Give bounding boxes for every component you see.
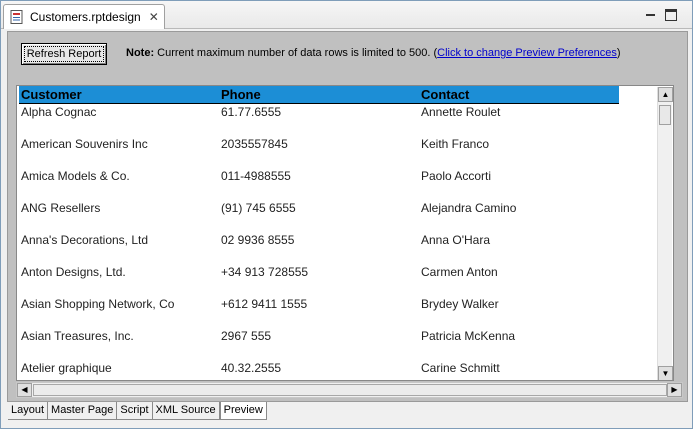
cell-customer: American Souvenirs Inc [21, 137, 148, 151]
note-tail: ) [616, 47, 621, 59]
report-viewport: Customer Phone Contact Alpha Cognac 61.77… [16, 85, 674, 381]
cell-phone: +612 9411 1555 [221, 297, 308, 311]
table-row: Anton Designs, Ltd. +34 913 728555 Carmen … [19, 264, 619, 296]
horizontal-scroll-thumb[interactable] [33, 384, 667, 396]
cell-phone: 02 9936 8555 [221, 233, 295, 247]
cell-contact: Paolo Accorti [421, 169, 492, 183]
close-icon[interactable]: ✕ [149, 10, 159, 24]
column-header-phone: Phone [221, 87, 261, 102]
scroll-up-icon[interactable]: ▲ [658, 87, 673, 102]
editor-tab-title: Customers.rptdesign [30, 10, 141, 24]
note-label: Note: [126, 47, 155, 59]
preview-area: Refresh Report Note: Current maximum num… [7, 31, 688, 402]
cell-customer: Asian Shopping Network, Co [21, 297, 175, 311]
report-file-icon [10, 10, 23, 24]
tab-layout[interactable]: Layout [8, 402, 49, 420]
minimize-icon[interactable] [645, 9, 657, 21]
refresh-report-button[interactable]: Refresh Report [21, 43, 107, 65]
cell-customer: Anna's Decorations, Ltd [21, 233, 149, 247]
table-row: Anna's Decorations, Ltd 02 9936 8555 Anna … [19, 232, 619, 264]
report-header-row: Customer Phone Contact [19, 86, 619, 104]
table-row: ANG Resellers (91) 745 6555 Alejandra Cami… [19, 200, 619, 232]
scroll-left-icon[interactable]: ◀ [17, 383, 32, 397]
editor-bottom-tabs: Layout Master Page Script XML Source Pre… [8, 402, 267, 422]
scroll-right-icon[interactable]: ▶ [667, 383, 682, 397]
vertical-scroll-thumb[interactable] [659, 105, 671, 125]
vertical-scrollbar[interactable]: ▲ ▼ [657, 87, 673, 380]
cell-contact: Anna O'Hara [421, 233, 490, 247]
table-row: American Souvenirs Inc 2035557845 Keith Fr… [19, 136, 619, 168]
tab-master-page[interactable]: Master Page [48, 402, 118, 420]
cell-contact: Patricia McKenna [421, 329, 516, 343]
cell-contact: Keith Franco [421, 137, 490, 151]
cell-customer: ANG Resellers [21, 201, 101, 215]
cell-contact: Annette Roulet [421, 105, 501, 119]
preview-note-bar: Refresh Report Note: Current maximum num… [8, 32, 687, 78]
table-row: Alpha Cognac 61.77.6555 Annette Roulet [19, 104, 619, 136]
editor-tab-customers[interactable]: Customers.rptdesign ✕ [3, 4, 165, 29]
report-table: Customer Phone Contact Alpha Cognac 61.77… [19, 86, 619, 380]
tab-script[interactable]: Script [117, 402, 153, 420]
column-header-contact: Contact [421, 87, 470, 102]
preview-note: Note: Current maximum number of data row… [126, 47, 621, 59]
cell-phone: +34 913 728555 [221, 265, 309, 279]
horizontal-scrollbar[interactable]: ◀ ▶ [16, 382, 683, 398]
cell-customer: Alpha Cognac [21, 105, 97, 119]
cell-phone: (91) 745 6555 [221, 201, 296, 215]
cell-customer: Asian Treasures, Inc. [21, 329, 134, 343]
cell-phone: 61.77.6555 [221, 105, 282, 119]
cell-phone: 2967 555 [221, 329, 272, 343]
cell-phone: 2035557845 [221, 137, 288, 151]
note-text: Current maximum number of data rows is l… [154, 47, 438, 59]
cell-customer: Atelier graphique [21, 361, 112, 375]
cell-customer: Anton Designs, Ltd. [21, 265, 126, 279]
editor-tab-bar: Customers.rptdesign ✕ [1, 1, 692, 29]
cell-customer: Amica Models & Co. [21, 169, 130, 183]
report-editor-window: Customers.rptdesign ✕ Refresh Report Not… [0, 0, 693, 429]
table-row: Asian Treasures, Inc. 2967 555 Patricia Mc… [19, 328, 619, 360]
column-header-customer: Customer [21, 87, 82, 102]
preview-preferences-link[interactable]: Click to change Preview Preferences [437, 47, 617, 59]
maximize-icon[interactable] [665, 9, 677, 21]
cell-contact: Carmen Anton [421, 265, 498, 279]
tab-preview[interactable]: Preview [219, 402, 267, 420]
refresh-report-label: Refresh Report [23, 46, 105, 62]
table-row: Atelier graphique 40.32.2555 Carine Schmit… [19, 360, 619, 380]
cell-phone: 011-4988555 [221, 169, 291, 183]
cell-contact: Alejandra Camino [421, 201, 517, 215]
scroll-down-icon[interactable]: ▼ [658, 366, 673, 380]
tab-xml-source[interactable]: XML Source [152, 402, 220, 420]
cell-contact: Brydey Walker [421, 297, 499, 311]
cell-phone: 40.32.2555 [221, 361, 282, 375]
table-row: Amica Models & Co. 011-4988555 Paolo Accor… [19, 168, 619, 200]
cell-contact: Carine Schmitt [421, 361, 500, 375]
table-row: Asian Shopping Network, Co +612 9411 1555… [19, 296, 619, 328]
